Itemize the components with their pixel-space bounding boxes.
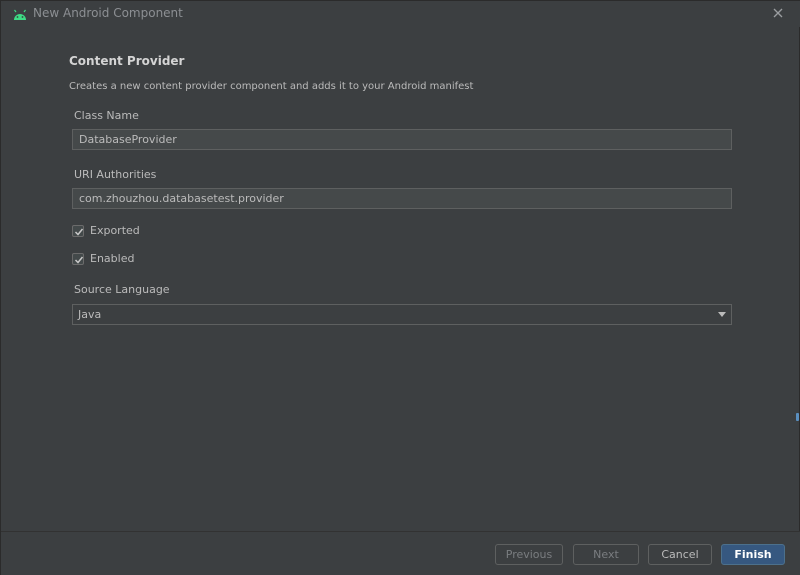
page-description: Creates a new content provider component… bbox=[69, 81, 474, 92]
class-name-input[interactable]: DatabaseProvider bbox=[72, 129, 732, 150]
source-language-select[interactable]: Java bbox=[72, 304, 732, 325]
window-title: New Android Component bbox=[33, 6, 183, 20]
cancel-button[interactable]: Cancel bbox=[648, 544, 712, 565]
dialog-content: Content Provider Creates a new content p… bbox=[1, 27, 800, 531]
finish-button[interactable]: Finish bbox=[721, 544, 785, 565]
exported-label: Exported bbox=[90, 224, 140, 237]
dialog-footer: Previous Next Cancel Finish bbox=[1, 531, 800, 575]
uri-authorities-input[interactable]: com.zhouzhou.databasetest.provider bbox=[72, 188, 732, 209]
chevron-down-icon bbox=[718, 312, 726, 317]
enabled-label: Enabled bbox=[90, 252, 135, 265]
source-language-label: Source Language bbox=[74, 283, 170, 296]
exported-checkbox[interactable] bbox=[72, 225, 84, 237]
new-android-component-dialog: New Android Component Content Provider C… bbox=[0, 0, 800, 575]
check-icon bbox=[74, 256, 84, 264]
android-icon bbox=[12, 7, 28, 21]
source-language-value: Java bbox=[78, 308, 102, 321]
next-button[interactable]: Next bbox=[573, 544, 639, 565]
check-icon bbox=[74, 228, 84, 236]
resize-handle bbox=[796, 413, 799, 421]
close-icon[interactable] bbox=[771, 5, 785, 19]
page-title: Content Provider bbox=[69, 54, 185, 68]
title-bar: New Android Component bbox=[1, 1, 800, 27]
class-name-label: Class Name bbox=[74, 109, 139, 122]
previous-button[interactable]: Previous bbox=[495, 544, 563, 565]
uri-authorities-label: URI Authorities bbox=[74, 168, 157, 181]
enabled-checkbox[interactable] bbox=[72, 253, 84, 265]
